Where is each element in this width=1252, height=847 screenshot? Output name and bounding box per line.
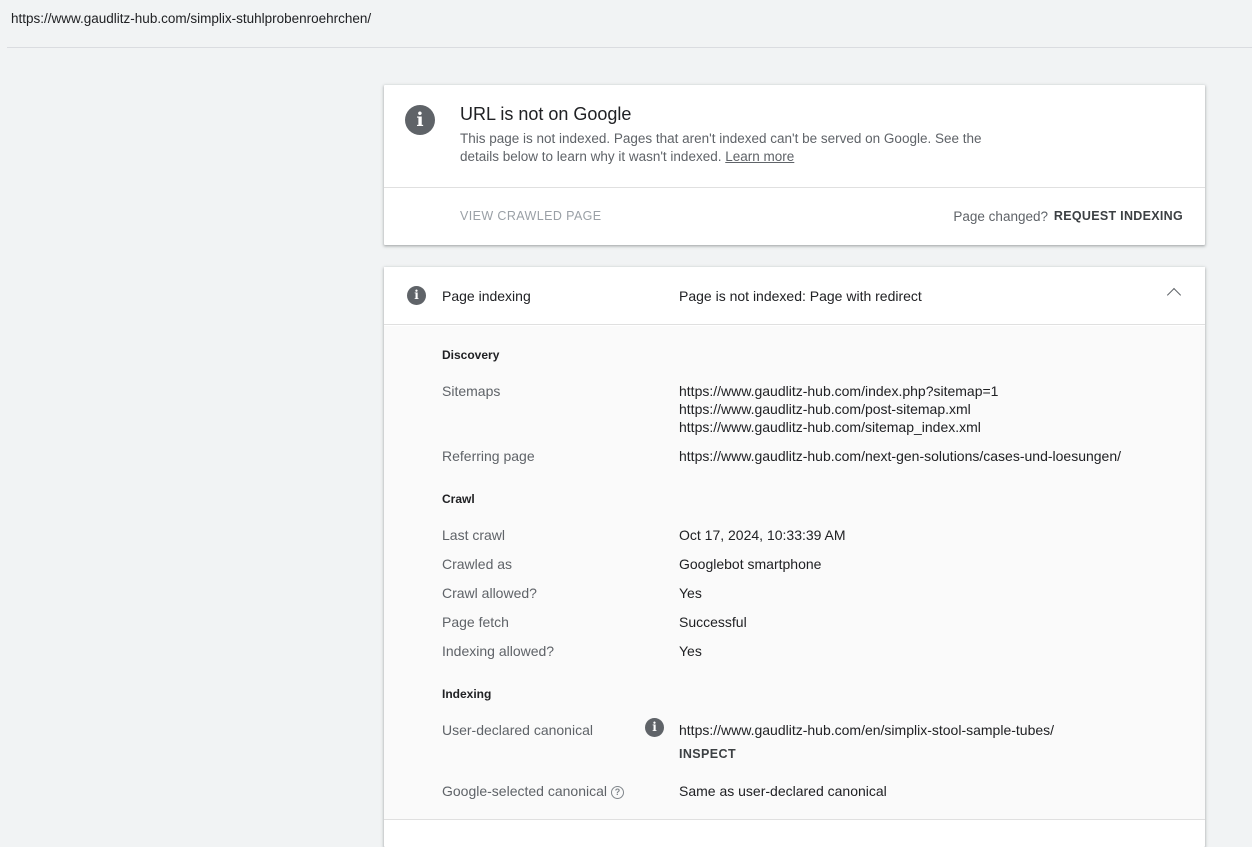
status-description-text: This page is not indexed. Pages that are… — [460, 131, 982, 164]
referring-page-value: https://www.gaudlitz-hub.com/next-gen-so… — [679, 448, 1122, 464]
referring-page-label: Referring page — [442, 448, 535, 464]
inspected-url: https://www.gaudlitz-hub.com/simplix-stu… — [11, 11, 372, 26]
last-crawl-label: Last crawl — [442, 527, 506, 543]
page-changed-label: Page changed? — [953, 209, 1048, 224]
user-canonical-label: User-declared canonical — [442, 722, 593, 738]
sitemap-item: https://www.gaudlitz-hub.com/post-sitema… — [679, 401, 971, 417]
indexing-heading: Indexing — [442, 687, 492, 701]
learn-more-link[interactable]: Learn more — [725, 149, 794, 164]
help-icon[interactable]: ? — [611, 786, 624, 799]
divider — [384, 187, 1205, 188]
view-crawled-page-button[interactable]: VIEW CRAWLED PAGE — [460, 209, 602, 223]
page-indexing-status: Page is not indexed: Page with redirect — [679, 288, 922, 304]
info-icon: i — [407, 286, 426, 305]
google-canonical-value: Same as user-declared canonical — [679, 783, 887, 799]
page-indexing-details: Discovery Sitemaps https://www.gaudlitz-… — [384, 326, 1205, 820]
google-canonical-label-text: Google-selected canonical — [442, 783, 607, 799]
indexing-allowed-value: Yes — [679, 643, 702, 659]
page-fetch-value: Successful — [679, 614, 747, 630]
google-canonical-label: Google-selected canonical? — [442, 783, 624, 799]
inspect-button[interactable]: INSPECT — [679, 747, 736, 761]
discovery-heading: Discovery — [442, 348, 500, 362]
indexing-allowed-label: Indexing allowed? — [442, 643, 555, 659]
page-fetch-label: Page fetch — [442, 614, 509, 630]
sitemaps-label: Sitemaps — [442, 383, 501, 399]
crawled-as-label: Crawled as — [442, 556, 513, 572]
sitemaps-list: https://www.gaudlitz-hub.com/index.php?s… — [679, 382, 998, 436]
last-crawl-value: Oct 17, 2024, 10:33:39 AM — [679, 527, 846, 543]
info-icon[interactable]: i — [645, 718, 664, 737]
status-card: i URL is not on Google This page is not … — [384, 85, 1205, 245]
request-indexing-button[interactable]: REQUEST INDEXING — [1054, 209, 1183, 223]
info-icon: i — [405, 105, 435, 135]
crawl-allowed-label: Crawl allowed? — [442, 585, 537, 601]
crawl-allowed-value: Yes — [679, 585, 702, 601]
page-indexing-header[interactable]: i Page indexing Page is not indexed: Pag… — [384, 267, 1205, 325]
crawl-heading: Crawl — [442, 492, 475, 506]
crawled-as-value: Googlebot smartphone — [679, 556, 822, 572]
url-bar: https://www.gaudlitz-hub.com/simplix-stu… — [7, 0, 1252, 48]
page-indexing-label: Page indexing — [442, 288, 531, 304]
sitemap-item: https://www.gaudlitz-hub.com/index.php?s… — [679, 383, 999, 399]
chevron-up-icon[interactable] — [1166, 287, 1182, 303]
user-canonical-value: https://www.gaudlitz-hub.com/en/simplix-… — [679, 722, 1055, 738]
status-description: This page is not indexed. Pages that are… — [460, 130, 1000, 166]
sitemap-item: https://www.gaudlitz-hub.com/sitemap_ind… — [679, 419, 981, 435]
status-title: URL is not on Google — [460, 104, 632, 124]
page-indexing-card: i Page indexing Page is not indexed: Pag… — [384, 267, 1205, 847]
